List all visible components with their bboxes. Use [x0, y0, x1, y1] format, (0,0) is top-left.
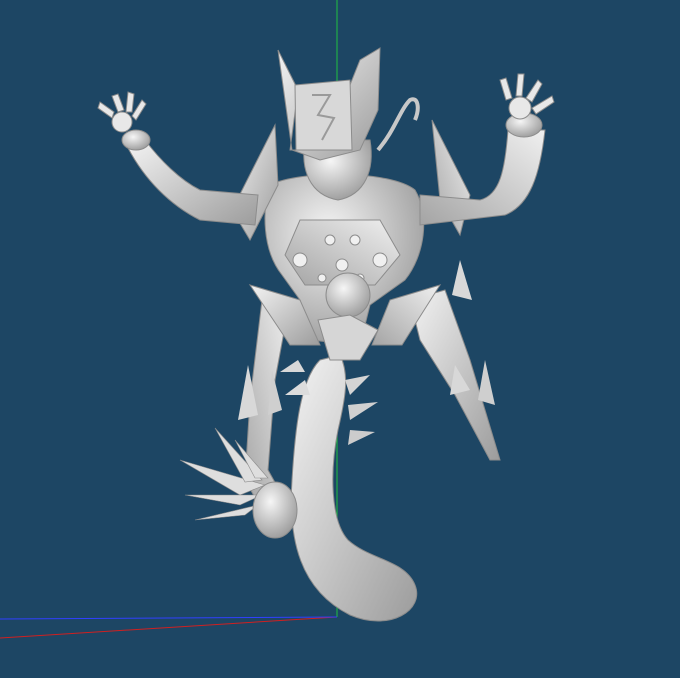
scene-svg	[0, 0, 555, 639]
3d-viewport[interactable]	[0, 0, 680, 678]
left-arm	[127, 139, 259, 226]
center-hip-plate	[317, 314, 379, 361]
leg-fin	[478, 360, 495, 405]
serpent-tail	[290, 354, 418, 622]
model-figure	[97, 47, 555, 622]
tail-spike	[280, 360, 305, 372]
belly-orb	[325, 272, 371, 318]
leg-fin	[452, 260, 472, 300]
left-wrist-cuff	[121, 129, 151, 151]
tail-spike	[285, 380, 310, 395]
tail-spike	[348, 402, 378, 420]
tail-spike	[348, 430, 375, 445]
helmet-front	[294, 79, 353, 151]
left-hand	[97, 91, 147, 133]
x-axis-line	[0, 616, 338, 639]
right-hand	[499, 73, 555, 120]
z-axis-line	[0, 616, 338, 620]
tail-spike	[345, 375, 370, 395]
antenna	[376, 97, 420, 152]
ankle-ring	[252, 481, 298, 539]
